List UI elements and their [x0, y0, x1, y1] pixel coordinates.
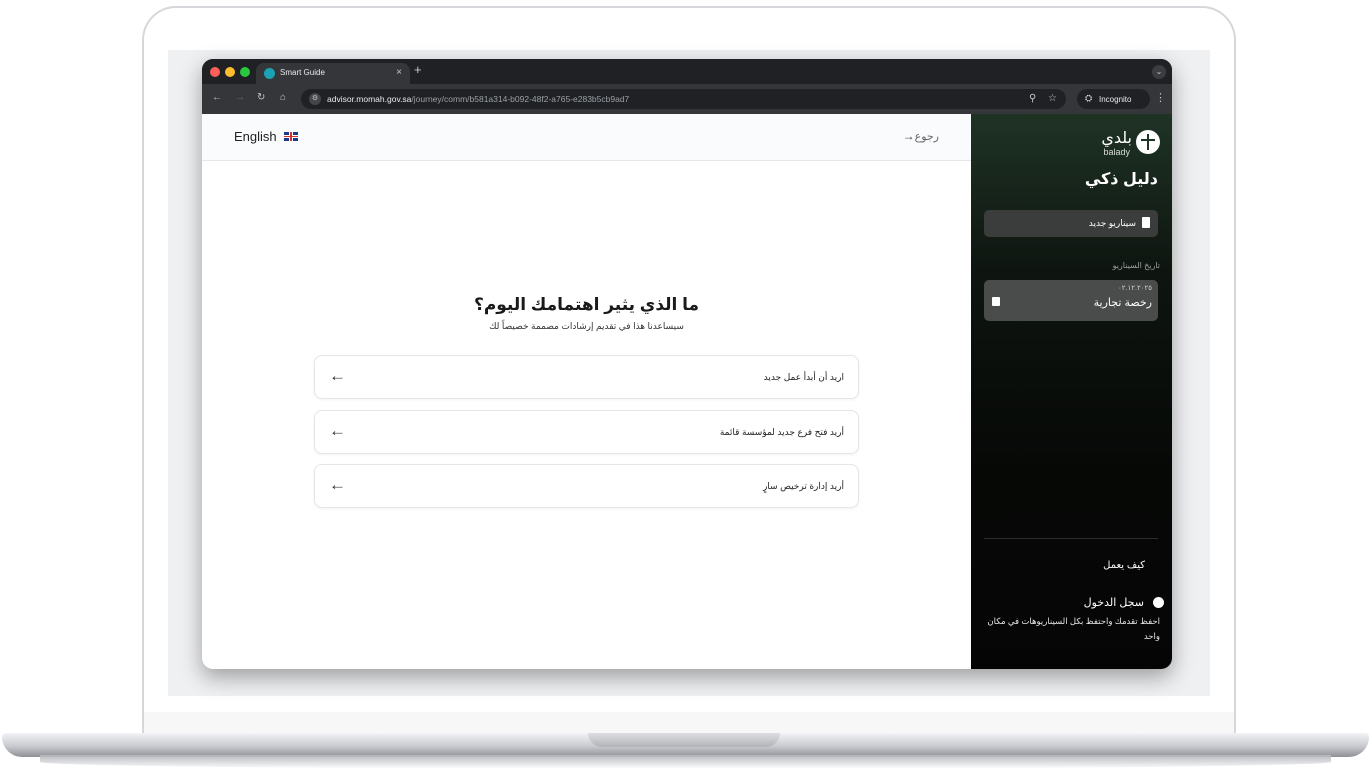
back-icon[interactable]: ←	[212, 92, 222, 103]
login-link[interactable]: سجل الدخول	[1084, 596, 1144, 609]
new-scenario-label: سيناريو جديد	[1088, 218, 1136, 228]
balady-logo-icon	[1136, 130, 1160, 154]
laptop-notch	[588, 733, 780, 747]
login-description: احفظ تقدمك واحتفظ بكل السيناريوهات في مك…	[987, 616, 1160, 641]
tab-bar: Smart Guide × + ⌄	[202, 59, 1172, 84]
option-label: اريد أن أبدأ عمل جديد	[763, 372, 844, 382]
browser-window: Smart Guide × + ⌄ ← → ↻ ⌂ ⚙ advisor.moma…	[202, 59, 1172, 669]
laptop-shadow	[40, 755, 1331, 769]
main-content: English رجوع→ ما الذي يثير اهتمامك اليوم…	[202, 114, 971, 669]
arrow-right-icon: →	[902, 129, 915, 143]
maximize-window-button[interactable]	[240, 67, 250, 77]
top-bar: English رجوع→	[202, 114, 971, 161]
tab-title: Smart Guide	[280, 68, 325, 77]
star-icon[interactable]: ☆	[1048, 93, 1057, 104]
new-file-icon	[1142, 217, 1150, 228]
history-date: ٠٢.١٢.٢٠٢٥	[1118, 285, 1152, 292]
url-host: advisor.momah.gov.sa	[327, 94, 412, 104]
web-page: English رجوع→ ما الذي يثير اهتمامك اليوم…	[202, 114, 1172, 669]
home-icon[interactable]: ⌂	[280, 92, 286, 103]
favicon-icon	[264, 68, 275, 79]
sidebar-divider	[984, 538, 1158, 539]
user-icon	[1153, 597, 1164, 608]
arrow-left-icon: ←	[329, 475, 346, 494]
sidebar: بلدي balady دليل ذكي سيناريو جديد تاريخ …	[971, 114, 1172, 669]
arrow-left-icon: ←	[329, 366, 346, 385]
back-button[interactable]: رجوع→	[899, 129, 939, 143]
close-window-button[interactable]	[210, 67, 220, 77]
logo-text-arabic: بلدي	[1101, 130, 1132, 147]
forward-icon[interactable]: →	[235, 92, 245, 103]
tab-search-icon[interactable]: ⌄	[1152, 65, 1166, 79]
language-switch[interactable]: English	[234, 129, 277, 144]
arrow-left-icon: ←	[329, 421, 346, 440]
menu-icon[interactable]: ⋮	[1155, 91, 1166, 104]
new-scenario-button[interactable]: سيناريو جديد	[984, 210, 1158, 237]
browser-toolbar: ← → ↻ ⌂ ⚙ advisor.momah.gov.sa/journey/c…	[202, 84, 1172, 114]
option-label: أريد إدارة ترخيص سارٍ	[762, 481, 844, 491]
new-tab-button[interactable]: +	[414, 62, 422, 77]
uk-flag-icon[interactable]	[284, 132, 298, 141]
option-start-business[interactable]: اريد أن أبدأ عمل جديد ←	[314, 355, 859, 399]
url-path: /journey/comm/b581a314-b092-48f2-a765-e2…	[411, 94, 630, 104]
minimize-window-button[interactable]	[225, 67, 235, 77]
reload-icon[interactable]: ↻	[257, 92, 265, 103]
zoom-icon[interactable]: ⚲	[1029, 93, 1036, 104]
trash-icon[interactable]	[992, 297, 1000, 306]
site-info-icon[interactable]: ⚙	[309, 93, 321, 105]
laptop-bezel	[144, 712, 1234, 734]
incognito-icon: ⛭	[1085, 93, 1093, 103]
option-open-branch[interactable]: أريد فتح فرع جديد لمؤسسة قائمة ←	[314, 410, 859, 454]
option-label: أريد فتح فرع جديد لمؤسسة قائمة	[719, 427, 844, 437]
logo-text-english: balady	[1103, 147, 1130, 157]
history-item[interactable]: ٠٢.١٢.٢٠٢٥ رخصة تجارية	[984, 280, 1158, 321]
option-manage-license[interactable]: أريد إدارة ترخيص سارٍ ←	[314, 464, 859, 508]
page-subtitle: سيساعدنا هذا في تقديم إرشادات مصممة خصيص…	[489, 321, 684, 331]
history-label: تاريخ السيناريو	[1112, 261, 1160, 270]
address-bar[interactable]: ⚙ advisor.momah.gov.sa/journey/comm/b581…	[301, 89, 1066, 109]
incognito-label: Incognito	[1099, 95, 1132, 104]
tab-close-icon[interactable]: ×	[396, 67, 402, 78]
app-title: دليل ذكي	[1084, 171, 1158, 188]
history-name: رخصة تجارية	[1093, 297, 1152, 309]
url-text[interactable]: advisor.momah.gov.sa/journey/comm/b581a3…	[327, 94, 629, 104]
back-label: رجوع	[914, 131, 939, 143]
how-it-works-link[interactable]: كيف يعمل	[1103, 560, 1145, 571]
browser-tab[interactable]: Smart Guide ×	[256, 63, 410, 84]
incognito-badge[interactable]: ⛭ Incognito	[1077, 89, 1150, 109]
page-title: ما الذي يثير اهتمامك اليوم؟	[473, 295, 700, 314]
